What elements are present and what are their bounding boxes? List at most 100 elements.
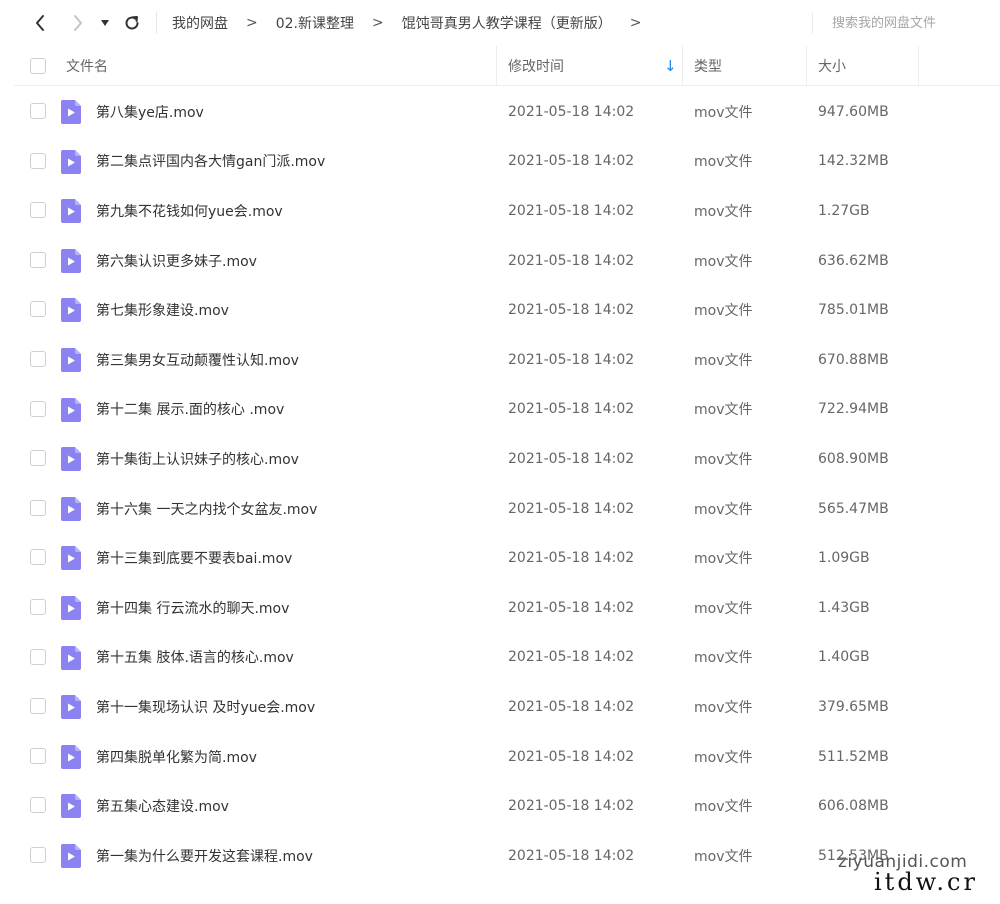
- file-row[interactable]: 第十三集到底要不要表bai.mov 2021-05-18 14:02 mov文件…: [14, 533, 1000, 583]
- file-row[interactable]: 第十集街上认识妹子的核心.mov 2021-05-18 14:02 mov文件 …: [14, 434, 1000, 484]
- file-size: 565.47MB: [818, 500, 889, 517]
- column-divider[interactable]: [806, 46, 807, 86]
- file-row[interactable]: 第十六集 一天之内找个女盆友.mov 2021-05-18 14:02 mov文…: [14, 484, 1000, 534]
- toolbar-divider: [156, 12, 157, 34]
- file-row[interactable]: 第五集心态建设.mov 2021-05-18 14:02 mov文件 606.0…: [14, 781, 1000, 831]
- file-modified-time: 2021-05-18 14:02: [508, 103, 635, 120]
- file-name[interactable]: 第五集心态建设.mov: [96, 781, 229, 831]
- row-checkbox[interactable]: [30, 698, 46, 715]
- row-checkbox[interactable]: [30, 549, 46, 566]
- row-checkbox[interactable]: [30, 400, 46, 417]
- video-file-icon: [61, 199, 81, 224]
- search-input[interactable]: [822, 10, 992, 36]
- file-name[interactable]: 第二集点评国内各大情gan门派.mov: [96, 137, 325, 187]
- breadcrumb-item-folder[interactable]: 02.新课整理: [274, 13, 356, 33]
- file-name[interactable]: 第六集认识更多妹子.mov: [96, 236, 257, 286]
- row-checkbox[interactable]: [30, 797, 46, 814]
- breadcrumb-separator: >: [629, 15, 642, 31]
- sort-descending-icon[interactable]: ↓: [664, 46, 677, 86]
- file-name[interactable]: 第八集ye店.mov: [96, 87, 204, 137]
- refresh-button[interactable]: [120, 11, 144, 35]
- file-modified-time: 2021-05-18 14:02: [508, 599, 635, 616]
- file-modified-time: 2021-05-18 14:02: [508, 698, 635, 715]
- file-size: 785.01MB: [818, 302, 889, 319]
- forward-button[interactable]: [66, 11, 90, 35]
- file-name[interactable]: 第十一集现场认识 及时yue会.mov: [96, 682, 315, 732]
- file-modified-time: 2021-05-18 14:02: [508, 302, 635, 319]
- file-row[interactable]: 第三集男女互动颠覆性认知.mov 2021-05-18 14:02 mov文件 …: [14, 335, 1000, 385]
- file-name[interactable]: 第十四集 行云流水的聊天.mov: [96, 583, 289, 633]
- video-file-icon: [61, 843, 81, 868]
- select-all-checkbox[interactable]: [30, 46, 46, 86]
- video-file-icon: [61, 794, 81, 819]
- video-file-icon: [61, 347, 81, 372]
- row-checkbox[interactable]: [30, 499, 46, 516]
- file-modified-time: 2021-05-18 14:02: [508, 500, 635, 517]
- chevron-left-icon: [36, 15, 44, 31]
- file-name[interactable]: 第一集为什么要开发这套课程.mov: [96, 831, 313, 881]
- file-row[interactable]: 第九集不花钱如何yue会.mov 2021-05-18 14:02 mov文件 …: [14, 186, 1000, 236]
- checkbox[interactable]: [30, 58, 46, 74]
- column-divider[interactable]: [496, 46, 497, 86]
- row-checkbox[interactable]: [30, 202, 46, 219]
- column-divider[interactable]: [682, 46, 683, 86]
- row-checkbox[interactable]: [30, 350, 46, 367]
- row-checkbox[interactable]: [30, 450, 46, 467]
- column-header-name[interactable]: 文件名: [66, 46, 108, 86]
- breadcrumb-separator: >: [372, 15, 384, 31]
- file-row[interactable]: 第四集脱单化繁为简.mov 2021-05-18 14:02 mov文件 511…: [14, 732, 1000, 782]
- file-size: 1.43GB: [818, 599, 870, 616]
- row-checkbox[interactable]: [30, 301, 46, 318]
- file-row[interactable]: 第十一集现场认识 及时yue会.mov 2021-05-18 14:02 mov…: [14, 682, 1000, 732]
- column-divider[interactable]: [918, 46, 919, 86]
- file-type: mov文件: [694, 699, 753, 716]
- row-checkbox[interactable]: [30, 598, 46, 615]
- column-header-time[interactable]: 修改时间: [508, 46, 564, 86]
- column-header-type[interactable]: 类型: [694, 46, 722, 86]
- file-name[interactable]: 第九集不花钱如何yue会.mov: [96, 186, 283, 236]
- breadcrumb-separator: >: [246, 15, 258, 31]
- file-modified-time: 2021-05-18 14:02: [508, 401, 635, 418]
- search-divider: [812, 12, 813, 34]
- video-file-icon: [61, 248, 81, 273]
- file-name[interactable]: 第十六集 一天之内找个女盆友.mov: [96, 484, 317, 534]
- file-name[interactable]: 第十集街上认识妹子的核心.mov: [96, 434, 299, 484]
- row-checkbox[interactable]: [30, 648, 46, 665]
- row-checkbox[interactable]: [30, 103, 46, 119]
- file-modified-time: 2021-05-18 14:02: [508, 798, 635, 815]
- file-type: mov文件: [694, 799, 753, 816]
- back-button[interactable]: [28, 11, 52, 35]
- row-checkbox[interactable]: [30, 747, 46, 764]
- file-row[interactable]: 第十二集 展示.面的核心 .mov 2021-05-18 14:02 mov文件…: [14, 385, 1000, 435]
- file-name[interactable]: 第七集形象建设.mov: [96, 285, 229, 335]
- file-name[interactable]: 第四集脱单化繁为简.mov: [96, 732, 257, 782]
- caret-down-icon: [101, 20, 109, 26]
- file-type: mov文件: [694, 203, 753, 220]
- file-name[interactable]: 第十三集到底要不要表bai.mov: [96, 533, 292, 583]
- file-row[interactable]: 第六集认识更多妹子.mov 2021-05-18 14:02 mov文件 636…: [14, 236, 1000, 286]
- file-row[interactable]: 第八集ye店.mov 2021-05-18 14:02 mov文件 947.60…: [14, 87, 1000, 137]
- breadcrumb-item-my-drive[interactable]: 我的网盘: [170, 13, 230, 33]
- file-name[interactable]: 第十二集 展示.面的核心 .mov: [96, 385, 284, 435]
- file-type: mov文件: [694, 451, 753, 468]
- file-row[interactable]: 第十五集 肢体.语言的核心.mov 2021-05-18 14:02 mov文件…: [14, 633, 1000, 683]
- file-row[interactable]: 第七集形象建设.mov 2021-05-18 14:02 mov文件 785.0…: [14, 285, 1000, 335]
- row-checkbox[interactable]: [30, 846, 46, 863]
- history-dropdown-button[interactable]: [96, 11, 114, 35]
- file-row[interactable]: 第二集点评国内各大情gan门派.mov 2021-05-18 14:02 mov…: [14, 137, 1000, 187]
- video-file-icon: [61, 744, 81, 769]
- video-file-icon: [61, 100, 81, 124]
- column-header-size[interactable]: 大小: [818, 46, 846, 86]
- file-name[interactable]: 第三集男女互动颠覆性认知.mov: [96, 335, 299, 385]
- file-size: 947.60MB: [818, 103, 889, 120]
- row-checkbox[interactable]: [30, 152, 46, 169]
- breadcrumb-item-current[interactable]: 馄饨哥真男人教学课程（更新版）: [400, 13, 614, 33]
- file-name[interactable]: 第十五集 肢体.语言的核心.mov: [96, 633, 294, 683]
- file-type: mov文件: [694, 848, 753, 865]
- file-modified-time: 2021-05-18 14:02: [508, 847, 635, 864]
- file-modified-time: 2021-05-18 14:02: [508, 649, 635, 666]
- file-type: mov文件: [694, 253, 753, 270]
- row-checkbox[interactable]: [30, 251, 46, 268]
- file-size: 1.27GB: [818, 202, 870, 219]
- file-row[interactable]: 第十四集 行云流水的聊天.mov 2021-05-18 14:02 mov文件 …: [14, 583, 1000, 633]
